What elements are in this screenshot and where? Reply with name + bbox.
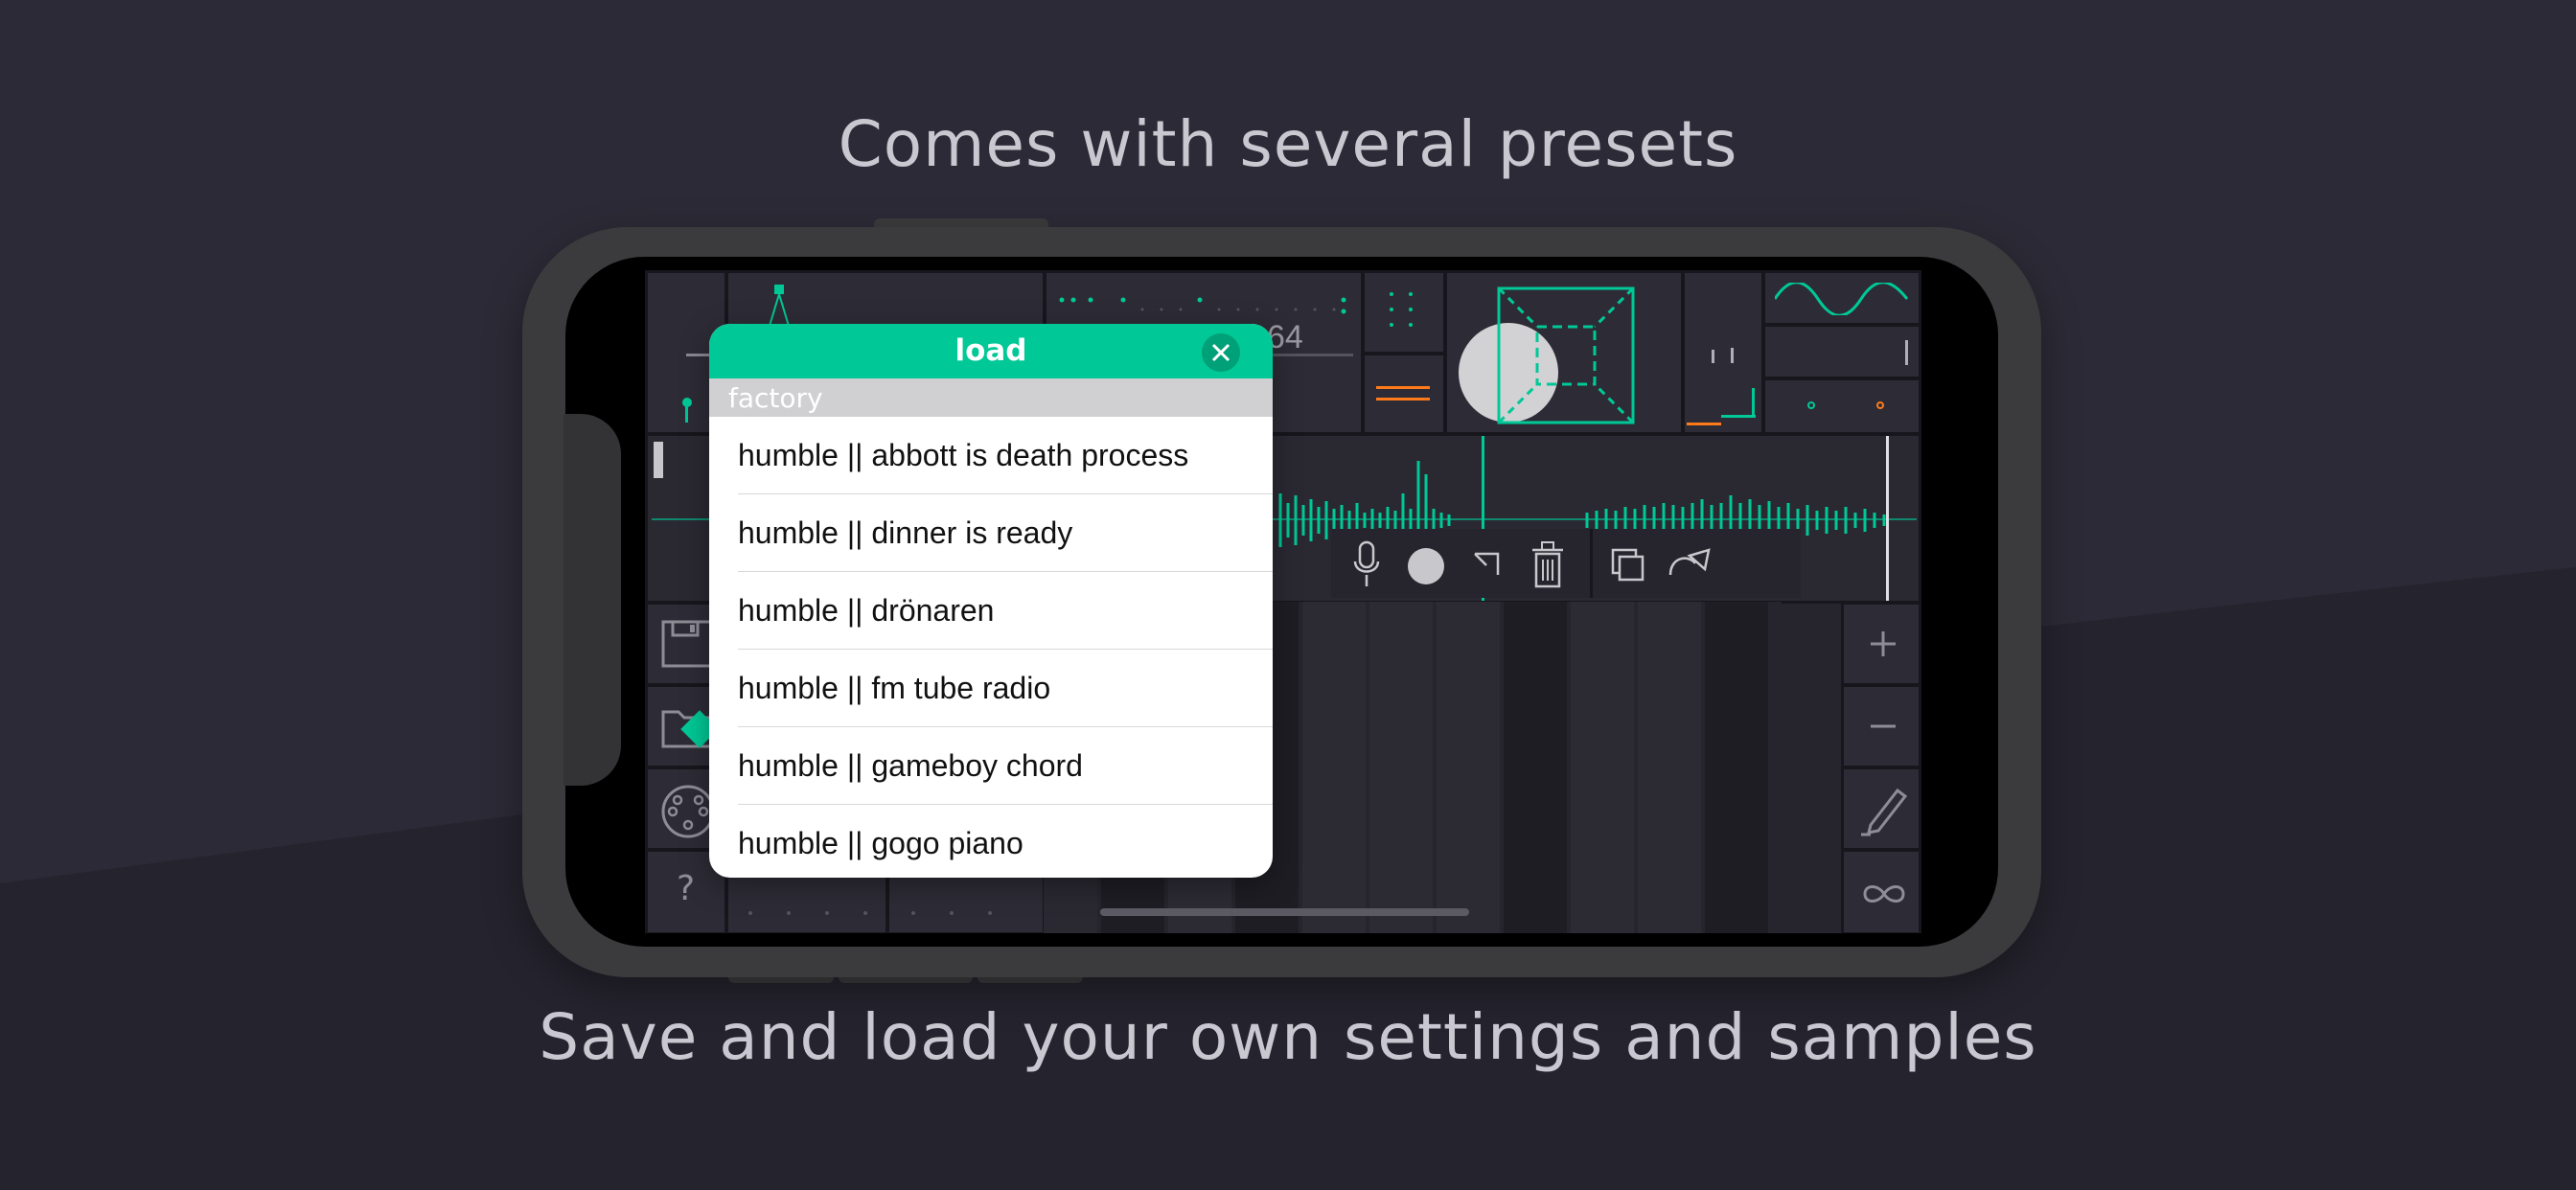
- preset-item[interactable]: humble || gogo piano: [709, 805, 1273, 878]
- pencil-icon: [1861, 788, 1908, 836]
- home-indicator[interactable]: [1100, 908, 1469, 916]
- reverse-icon[interactable]: [1667, 546, 1714, 584]
- oscillator-wave-cell[interactable]: [1762, 270, 1921, 326]
- close-button[interactable]: [1202, 333, 1240, 372]
- record-icon[interactable]: [1408, 548, 1444, 584]
- sample-toolbar: [1331, 529, 1801, 598]
- minus-icon: [1871, 724, 1896, 728]
- lfo-dots-cell[interactable]: [1362, 270, 1446, 355]
- infinity-icon: [1863, 885, 1905, 903]
- dot-grid: [1390, 292, 1413, 327]
- dialog-title: load: [954, 333, 1027, 368]
- zoom-out-button[interactable]: [1841, 684, 1921, 768]
- help-label: ?: [677, 869, 696, 908]
- trash-icon[interactable]: [1529, 538, 1567, 590]
- midi-icon: [661, 785, 715, 838]
- bottom-caption: Save and load your own settings and samp…: [539, 1000, 2037, 1074]
- preset-list: humble || abbott is death process humble…: [709, 417, 1273, 878]
- floppy-disk-icon: [661, 620, 713, 668]
- sine-wave-icon: [1775, 283, 1909, 315]
- section-header-factory: factory: [709, 378, 1273, 417]
- loop-button[interactable]: [1841, 849, 1921, 933]
- close-icon: [1211, 343, 1230, 362]
- pan-cell[interactable]: [1762, 378, 1921, 435]
- load-dialog: load factory humble || abbott is death p…: [709, 324, 1273, 878]
- preset-item[interactable]: humble || abbott is death process: [709, 417, 1273, 494]
- mix-cell[interactable]: [1682, 270, 1764, 435]
- crop-icon[interactable]: [1469, 546, 1507, 584]
- preset-item[interactable]: humble || dinner is ready: [709, 494, 1273, 572]
- preset-item[interactable]: humble || fm tube radio: [709, 650, 1273, 727]
- preset-item[interactable]: humble || drönaren: [709, 572, 1273, 650]
- orange-lines-cell[interactable]: [1362, 353, 1446, 435]
- level-cell[interactable]: [1762, 324, 1921, 379]
- phone-notch: [564, 414, 621, 786]
- dialog-header: load: [709, 324, 1273, 378]
- draw-button[interactable]: [1841, 767, 1921, 851]
- copy-icon[interactable]: [1609, 546, 1647, 584]
- top-caption: Comes with several presets: [838, 107, 1738, 181]
- key-dots: [748, 911, 992, 915]
- zoom-in-button[interactable]: [1841, 602, 1921, 686]
- preset-item[interactable]: humble || gameboy chord: [709, 727, 1273, 805]
- room-cube: [1497, 286, 1635, 424]
- plus-icon: [1871, 631, 1896, 656]
- microphone-icon[interactable]: [1350, 540, 1383, 590]
- space-cell[interactable]: [1444, 270, 1684, 435]
